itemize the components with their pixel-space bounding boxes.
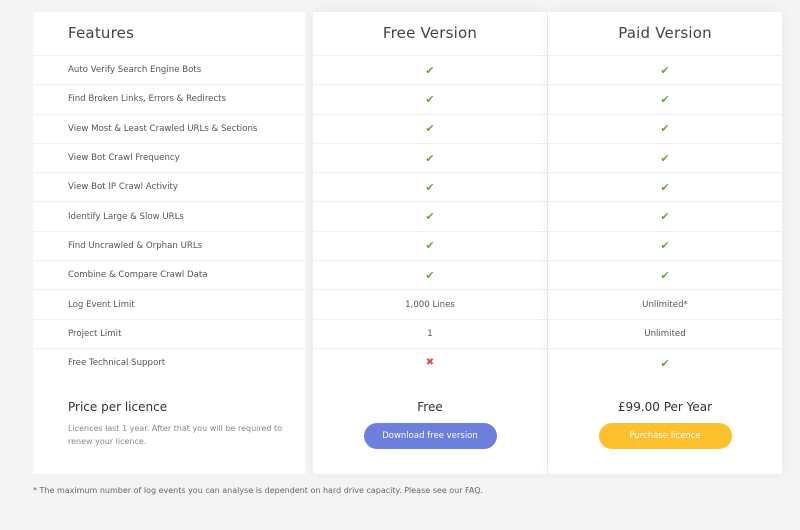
free-rows: ✔ ✔ ✔ ✔ ✔ ✔ ✔ ✔ 1,000 Lines 1 ✖ bbox=[313, 55, 547, 377]
check-icon: ✔ bbox=[660, 180, 670, 194]
free-version-column: Free Version ✔ ✔ ✔ ✔ ✔ ✔ ✔ ✔ 1,000 Lines 1 ✖ Free … bbox=[313, 12, 547, 474]
feature-row: Combine & Compare Crawl Data bbox=[33, 260, 305, 289]
paid-price: £99.00 Per Year bbox=[617, 400, 713, 414]
check-icon: ✔ bbox=[425, 210, 435, 224]
feature-row: Auto Verify Search Engine Bots bbox=[33, 55, 305, 84]
feature-row: Identify Large & Slow URLs bbox=[33, 201, 305, 230]
feature-label: View Most & Least Crawled URLs & Section… bbox=[68, 123, 258, 134]
free-price: Free bbox=[417, 400, 443, 414]
cross-icon: ✖ bbox=[425, 357, 435, 369]
free-value: 1,000 Lines bbox=[405, 299, 455, 310]
feature-row: View Bot IP Crawl Activity bbox=[33, 172, 305, 201]
check-icon: ✔ bbox=[425, 151, 435, 165]
feature-label: Find Uncrawled & Orphan URLs bbox=[68, 240, 203, 251]
price-note: Licences last 1 year. After that you wil… bbox=[68, 424, 283, 446]
paid-row: Unlimited bbox=[548, 318, 782, 348]
feature-rows: Auto Verify Search Engine Bots Find Broke… bbox=[33, 55, 305, 377]
feature-label: Project Limit bbox=[68, 328, 122, 339]
check-icon: ✔ bbox=[660, 151, 670, 165]
feature-row: Find Uncrawled & Orphan URLs bbox=[33, 230, 305, 260]
paid-value: Unlimited* bbox=[642, 299, 688, 310]
paid-row: ✔ bbox=[548, 347, 782, 377]
free-row: 1 bbox=[313, 318, 547, 348]
check-icon: ✔ bbox=[660, 122, 670, 136]
check-icon: ✔ bbox=[425, 180, 435, 194]
feature-label: Identify Large & Slow URLs bbox=[68, 211, 184, 222]
free-row: ✔ bbox=[313, 55, 547, 84]
paid-row: ✔ bbox=[548, 260, 782, 289]
free-row: ✔ bbox=[313, 113, 547, 143]
feature-label: Free Technical Support bbox=[68, 358, 166, 369]
free-row: ✔ bbox=[313, 260, 547, 289]
check-icon: ✔ bbox=[425, 63, 435, 77]
check-icon: ✔ bbox=[425, 268, 435, 282]
check-icon: ✔ bbox=[660, 63, 670, 77]
paid-row: ✔ bbox=[548, 113, 782, 143]
free-row: ✔ bbox=[313, 230, 547, 260]
price-per-licence-block: Price per licence Licences last 1 year. … bbox=[33, 400, 305, 448]
check-icon: ✔ bbox=[425, 122, 435, 136]
pricing-table: Features Auto Verify Search Engine Bots F… bbox=[33, 12, 782, 474]
features-header: Features bbox=[68, 24, 135, 42]
paid-row: ✔ bbox=[548, 230, 782, 260]
paid-row: ✔ bbox=[548, 172, 782, 201]
free-row: ✖ bbox=[313, 347, 547, 377]
paid-row: ✔ bbox=[548, 201, 782, 230]
feature-label: Auto Verify Search Engine Bots bbox=[68, 65, 202, 76]
paid-price-block: £99.00 Per Year Purchase licence bbox=[548, 400, 782, 449]
paid-row: ✔ bbox=[548, 55, 782, 84]
free-value: 1 bbox=[427, 328, 433, 339]
feature-row: Find Broken Links, Errors & Redirects bbox=[33, 84, 305, 113]
paid-version-header: Paid Version bbox=[618, 24, 712, 42]
footnote: * The maximum number of log events you c… bbox=[33, 486, 484, 495]
feature-row: View Bot Crawl Frequency bbox=[33, 142, 305, 172]
check-icon: ✔ bbox=[425, 92, 435, 106]
free-row: ✔ bbox=[313, 142, 547, 172]
free-row: ✔ bbox=[313, 84, 547, 113]
paid-value: Unlimited bbox=[644, 328, 686, 339]
paid-version-column: Paid Version ✔ ✔ ✔ ✔ ✔ ✔ ✔ ✔ Unlimited* Unlimited… bbox=[548, 12, 782, 474]
check-icon: ✔ bbox=[425, 239, 435, 253]
purchase-licence-button[interactable]: Purchase licence bbox=[598, 423, 732, 449]
features-column: Features Auto Verify Search Engine Bots F… bbox=[33, 12, 305, 474]
free-row: ✔ bbox=[313, 201, 547, 230]
paid-rows: ✔ ✔ ✔ ✔ ✔ ✔ ✔ ✔ Unlimited* Unlimited ✔ bbox=[548, 55, 782, 377]
paid-row: ✔ bbox=[548, 142, 782, 172]
check-icon: ✔ bbox=[660, 210, 670, 224]
feature-row: View Most & Least Crawled URLs & Section… bbox=[33, 113, 305, 143]
paid-row: Unlimited* bbox=[548, 289, 782, 318]
free-row: 1,000 Lines bbox=[313, 289, 547, 318]
feature-row: Free Technical Support bbox=[33, 347, 305, 377]
feature-label: View Bot IP Crawl Activity bbox=[68, 182, 178, 193]
paid-row: ✔ bbox=[548, 84, 782, 113]
free-price-block: Free Download free version bbox=[313, 400, 547, 449]
check-icon: ✔ bbox=[660, 92, 670, 106]
feature-label: Log Event Limit bbox=[68, 299, 135, 310]
check-icon: ✔ bbox=[660, 356, 670, 370]
check-icon: ✔ bbox=[660, 239, 670, 253]
feature-row: Project Limit bbox=[33, 318, 305, 348]
feature-label: Combine & Compare Crawl Data bbox=[68, 270, 208, 281]
price-title: Price per licence bbox=[68, 400, 168, 414]
free-version-header: Free Version bbox=[382, 24, 478, 42]
check-icon: ✔ bbox=[660, 268, 670, 282]
feature-label: Find Broken Links, Errors & Redirects bbox=[68, 94, 227, 105]
feature-row: Log Event Limit bbox=[33, 289, 305, 318]
feature-label: View Bot Crawl Frequency bbox=[68, 153, 180, 164]
free-row: ✔ bbox=[313, 172, 547, 201]
download-free-version-button[interactable]: Download free version bbox=[363, 423, 497, 449]
